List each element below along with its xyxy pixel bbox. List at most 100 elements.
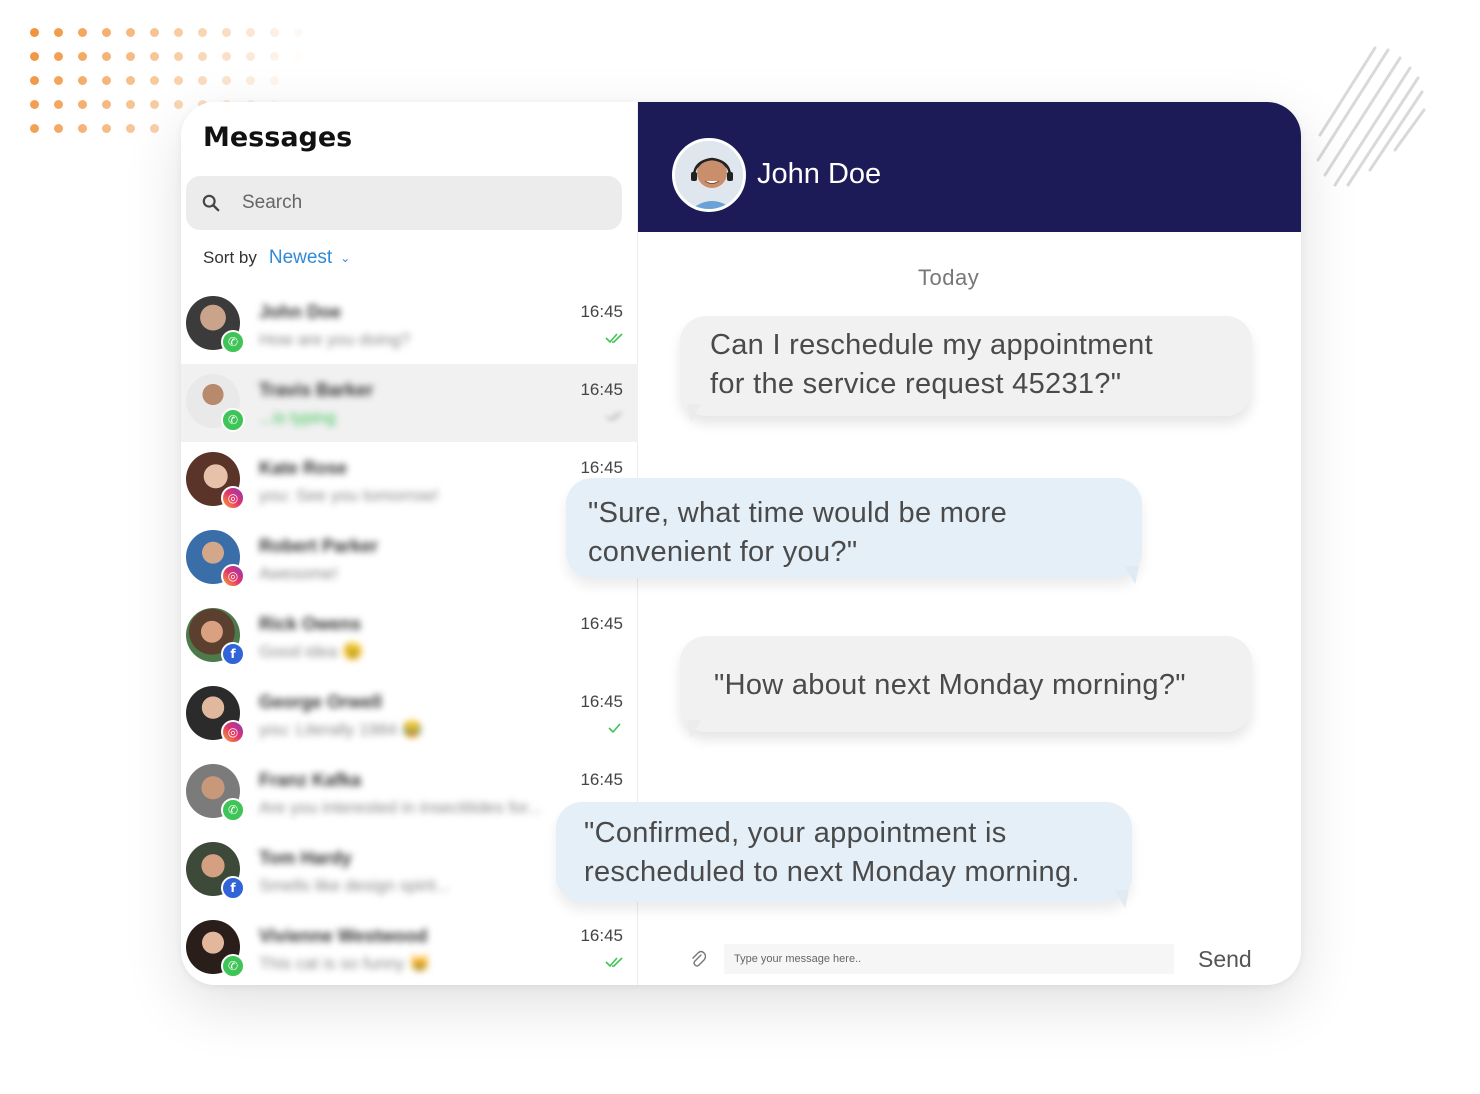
chevron-down-icon[interactable]: ⌄ <box>340 251 350 265</box>
conversation-name: Franz Kafka <box>259 770 362 790</box>
decorative-dot <box>150 28 159 37</box>
whatsapp-icon: ✆ <box>221 330 245 354</box>
decorative-dot <box>246 28 255 37</box>
decorative-dot <box>246 52 255 61</box>
decorative-dot <box>30 76 39 85</box>
search-input[interactable] <box>242 192 542 214</box>
search-icon <box>202 194 220 212</box>
decorative-dot <box>270 52 279 61</box>
decorative-dot <box>30 124 39 133</box>
decorative-dot <box>102 76 111 85</box>
chat-header: John Doe <box>638 102 1301 232</box>
conversation-item[interactable]: ✆ Travis Barker ...is typing 16:45 <box>181 364 638 442</box>
decorative-dot <box>294 28 303 37</box>
conversation-name: Tom Hardy <box>259 848 352 868</box>
message-text-line: "How about next Monday morning?" <box>714 669 1186 701</box>
conversation-item[interactable]: ✆ John Doe How are you doing? 16:45 <box>181 286 638 364</box>
message-text-line: Can I reschedule my appointment <box>710 329 1153 361</box>
double-check-icon <box>605 957 623 968</box>
decorative-dot <box>78 124 87 133</box>
conversation-name: Kate Rose <box>259 458 348 478</box>
conversation-name: John Doe <box>259 302 342 322</box>
message-text-line: for the service request 45231?" <box>710 368 1122 400</box>
decorative-dot <box>198 76 207 85</box>
conversation-name: Vivienne Westwood <box>259 926 428 946</box>
conversation-name: George Orwell <box>259 692 383 712</box>
send-button[interactable]: Send <box>1198 946 1252 973</box>
instagram-icon: ◎ <box>221 486 245 510</box>
decorative-dot <box>54 52 63 61</box>
double-check-icon <box>605 411 623 422</box>
decorative-dot <box>222 76 231 85</box>
decorative-dot <box>78 76 87 85</box>
decorative-dot <box>150 100 159 109</box>
decorative-dot <box>126 76 135 85</box>
decorative-dot <box>78 52 87 61</box>
conversation-preview: ...is typing <box>259 408 336 427</box>
conversation-time: 16:45 <box>580 458 623 477</box>
decorative-dot <box>54 100 63 109</box>
decorative-dot <box>102 100 111 109</box>
paperclip-icon[interactable] <box>690 950 706 968</box>
decorative-dot <box>126 124 135 133</box>
outgoing-message: "Confirmed, your appointment is reschedu… <box>556 802 1140 908</box>
decorative-dot <box>126 52 135 61</box>
stage: Messages Sort by Newest ⌄ ✆ John Doe <box>0 0 1480 1094</box>
conversation-time: 16:45 <box>580 614 623 633</box>
search-bar[interactable] <box>186 176 622 230</box>
facebook-icon: f <box>221 642 245 666</box>
decorative-dot <box>30 28 39 37</box>
decorative-dot <box>150 76 159 85</box>
decorative-dot <box>126 100 135 109</box>
conversation-item[interactable]: ✆ Vivienne Westwood This cat is so funny… <box>181 910 638 985</box>
decorative-dot <box>174 52 183 61</box>
decorative-dot <box>54 124 63 133</box>
conversation-time: 16:45 <box>580 380 623 399</box>
conversation-time: 16:45 <box>580 302 623 321</box>
decorative-dot <box>198 28 207 37</box>
incoming-message: Can I reschedule my appointment for the … <box>676 316 1252 422</box>
conversation-item[interactable]: ◎ George Orwell you: Literally 1984 😂 16… <box>181 676 638 754</box>
conversation-time: 16:45 <box>580 926 623 945</box>
message-input[interactable] <box>724 944 1174 974</box>
instagram-icon: ◎ <box>221 564 245 588</box>
decorative-dot <box>294 52 303 61</box>
whatsapp-icon: ✆ <box>221 798 245 822</box>
decorative-stripes <box>1316 46 1426 187</box>
message-text-line: "Sure, what time would be more <box>588 497 1008 529</box>
conversation-preview: you: Literally 1984 😂 <box>259 720 423 739</box>
decorative-dot <box>30 100 39 109</box>
decorative-dot <box>150 52 159 61</box>
whatsapp-icon: ✆ <box>221 954 245 978</box>
day-divider: Today <box>918 265 980 290</box>
double-check-icon <box>605 333 623 344</box>
decorative-dot <box>150 124 159 133</box>
conversation-name: Rick Owens <box>259 614 362 634</box>
sort-label: Sort by <box>203 248 257 267</box>
decorative-dot <box>270 76 279 85</box>
message-composer: Send <box>638 932 1301 985</box>
decorative-dot <box>102 28 111 37</box>
decorative-dot <box>222 52 231 61</box>
sort-dropdown[interactable]: Newest <box>269 247 332 269</box>
conversation-name: Travis Barker <box>259 380 374 400</box>
sort-control[interactable]: Sort by Newest ⌄ <box>203 247 350 269</box>
decorative-dot <box>246 76 255 85</box>
message-text-line: convenient for you?" <box>588 536 858 568</box>
conversation-preview: This cat is so funny 😸 <box>259 954 431 973</box>
decorative-dot <box>54 28 63 37</box>
conversation-time: 16:45 <box>580 692 623 711</box>
contact-photo <box>675 141 743 209</box>
contact-avatar[interactable] <box>672 138 746 212</box>
incoming-message: "How about next Monday morning?" <box>676 636 1252 738</box>
decorative-dot <box>54 76 63 85</box>
whatsapp-icon: ✆ <box>221 408 245 432</box>
decorative-dot <box>222 28 231 37</box>
message-text-line: rescheduled to next Monday morning. <box>584 856 1080 888</box>
decorative-dot <box>30 52 39 61</box>
instagram-icon: ◎ <box>221 720 245 744</box>
check-icon <box>608 723 621 734</box>
conversation-item[interactable]: f Rick Owens Good idea 😉 16:45 <box>181 598 638 676</box>
decorative-dot <box>102 124 111 133</box>
conversation-preview: you: See you tomorrow! <box>259 486 439 505</box>
